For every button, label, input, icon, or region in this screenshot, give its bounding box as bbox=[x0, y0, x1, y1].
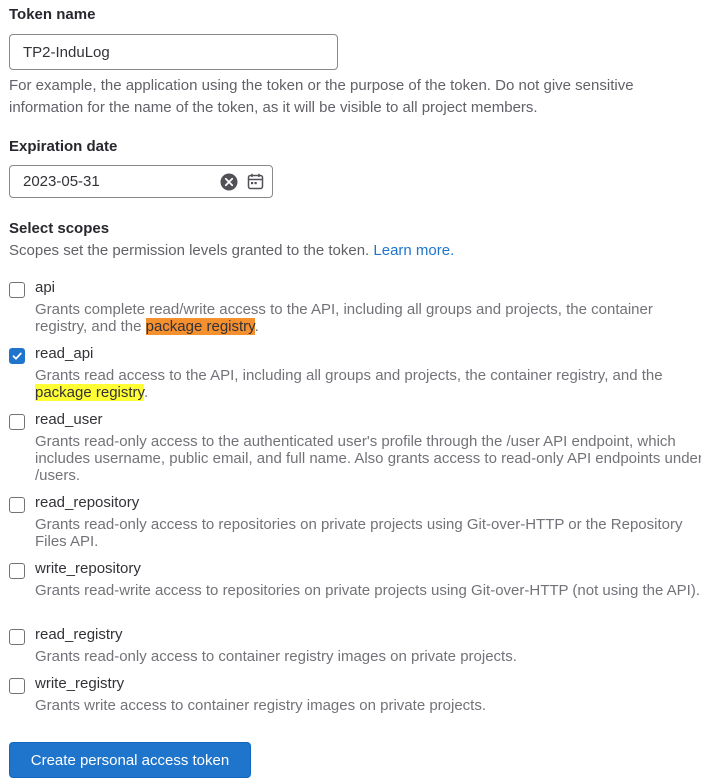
scope-read-repository-description: Grants read-only access to repositories … bbox=[35, 516, 683, 550]
expiration-date-value: 2023-05-31 bbox=[23, 173, 100, 190]
scope-write-registry-name[interactable]: write_registry bbox=[35, 675, 124, 692]
scope-api-desc-text: Grants complete read/write access to the… bbox=[35, 301, 653, 335]
check-icon bbox=[12, 352, 22, 360]
scope-read-repository-name[interactable]: read_repository bbox=[35, 494, 139, 511]
scope-api-desc-end: . bbox=[254, 318, 259, 335]
scope-write-repository-description: Grants read-write access to repositories… bbox=[35, 582, 700, 599]
scope-read-user-checkbox[interactable] bbox=[9, 414, 25, 430]
scope-read-api-highlight: package registry bbox=[35, 384, 144, 401]
expiration-date-label: Expiration date bbox=[9, 138, 118, 155]
scope-read-api-name[interactable]: read_api bbox=[35, 345, 93, 362]
scope-write-registry-description: Grants write access to container registr… bbox=[35, 697, 487, 714]
scope-api-checkbox[interactable] bbox=[9, 282, 25, 298]
scopes-help-text: Scopes set the permission levels granted… bbox=[9, 242, 370, 259]
scope-read-user-name[interactable]: read_user bbox=[35, 411, 103, 428]
scope-api-highlight: package registry bbox=[145, 318, 255, 335]
scope-read-repository-checkbox[interactable] bbox=[9, 497, 25, 513]
token-name-input[interactable]: TP2-InduLog bbox=[9, 34, 338, 70]
scope-read-registry-checkbox[interactable] bbox=[9, 629, 25, 645]
scope-read-api-desc-text: Grants read access to the API, including… bbox=[35, 367, 663, 384]
learn-more-link[interactable]: Learn more. bbox=[373, 242, 454, 259]
scope-write-registry-checkbox[interactable] bbox=[9, 678, 25, 694]
scope-api-name[interactable]: api bbox=[35, 279, 55, 296]
token-name-help: For example, the application using the t… bbox=[9, 77, 634, 116]
scope-read-registry-description: Grants read-only access to container reg… bbox=[35, 648, 517, 665]
create-token-button[interactable]: Create personal access token bbox=[9, 742, 251, 778]
scope-api-description: Grants complete read/write access to the… bbox=[35, 301, 701, 335]
scope-read-user-description: Grants read-only access to the authentic… bbox=[35, 433, 701, 484]
token-name-value: TP2-InduLog bbox=[23, 43, 110, 61]
scope-read-registry-name[interactable]: read_registry bbox=[35, 626, 123, 643]
scope-write-repository-name[interactable]: write_repository bbox=[35, 560, 141, 577]
select-scopes-label: Select scopes bbox=[9, 220, 110, 237]
scope-read-api-description: Grants read access to the API, including… bbox=[35, 367, 701, 401]
scope-write-repository-checkbox[interactable] bbox=[9, 563, 25, 579]
scope-read-api-desc-end: . bbox=[143, 384, 149, 401]
clear-icon[interactable] bbox=[220, 173, 238, 191]
select-scopes-help: Scopes set the permission levels granted… bbox=[9, 240, 699, 262]
calendar-icon[interactable] bbox=[247, 173, 264, 190]
token-name-label: Token name bbox=[9, 6, 96, 23]
expiration-date-input[interactable]: 2023-05-31 bbox=[9, 165, 273, 198]
scope-read-api-checkbox[interactable] bbox=[9, 348, 25, 364]
